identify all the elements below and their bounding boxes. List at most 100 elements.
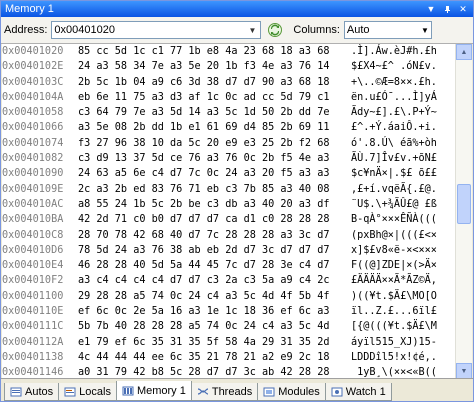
row-bytes[interactable]: 2c a3 2b ed 83 76 71 eb c3 7b 85 a3 40 0… xyxy=(78,182,351,197)
memory-row[interactable]: 0x00401090 24 63 a5 6e c4 d7 7c 0c 24 a3 … xyxy=(2,166,456,181)
row-ascii[interactable]: [{@(((¥t.$Ä£\M xyxy=(351,319,437,334)
row-address: 0x004010E4 xyxy=(2,260,64,272)
memory-row[interactable]: 0x0040109E 2c a3 2b ed 83 76 71 eb c3 7b … xyxy=(2,182,456,197)
memory-row[interactable]: 0x0040104A eb 6e 11 75 a3 d3 af 1c 0c ad … xyxy=(2,90,456,105)
row-bytes[interactable]: ef 6c 0c 2e 5a 16 a3 1e 1c 18 36 ef 6c a… xyxy=(78,304,351,319)
memory-row[interactable]: 0x0040103C 2b 5c 1b 04 a9 c6 3d 38 d7 d7 … xyxy=(2,75,456,90)
memory-window: Memory 1 ▼ ✕ Address: ▼ Columns: Auto ▼ xyxy=(0,0,474,402)
locals-icon xyxy=(64,386,76,398)
memory-row[interactable]: 0x004010C8 28 70 78 42 68 40 d7 7c 28 28 … xyxy=(2,228,456,243)
row-bytes[interactable]: e1 79 ef 6c 35 31 35 5f 58 4a 29 31 35 2… xyxy=(78,335,351,350)
memory-row[interactable]: 0x00401058 c3 64 79 7e a3 5d 14 a3 5c 1d … xyxy=(2,105,456,120)
row-ascii[interactable]: ¨U$.\+¾ÃÛ£@ £ß xyxy=(351,197,437,212)
row-ascii[interactable]: ,£+í.vqëÃ{.£@. xyxy=(351,182,437,197)
memory-row[interactable]: 0x004010BA 42 2d 71 c0 b0 d7 d7 d7 ca d1 … xyxy=(2,212,456,227)
row-bytes[interactable]: a3 c4 c4 c4 c4 d7 d7 c3 2a c3 5a a9 c4 2… xyxy=(78,273,351,288)
columns-combobox[interactable]: Auto ▼ xyxy=(343,21,432,39)
memory-row[interactable]: 0x00401074 f3 27 96 38 10 da 5c 20 e9 e3 … xyxy=(2,136,456,151)
address-dropdown-icon[interactable]: ▼ xyxy=(245,22,261,38)
tab-locals[interactable]: Locals xyxy=(58,383,117,401)
memory-row[interactable]: 0x0040102E 24 a3 58 34 7e a3 5e 20 1b f3 … xyxy=(2,59,456,74)
row-bytes[interactable]: c3 64 79 7e a3 5d 14 a3 5c 1d 50 2b dd 7… xyxy=(78,105,351,120)
row-address: 0x004010BA xyxy=(2,214,64,226)
row-bytes[interactable]: 85 cc 5d 1c c1 77 1b e8 4a 23 68 18 a3 6… xyxy=(78,44,351,59)
vertical-scrollbar[interactable]: ▲ ▼ xyxy=(455,44,472,379)
row-ascii[interactable]: F((@]ZDE|×(>Ä× xyxy=(351,258,437,273)
row-bytes[interactable]: 42 2d 71 c0 b0 d7 d7 d7 ca d1 c0 28 28 2… xyxy=(78,212,351,227)
row-ascii[interactable]: LDDDîl5!x!¢é,. xyxy=(351,350,437,365)
row-bytes[interactable]: 24 63 a5 6e c4 d7 7c 0c 24 a3 20 f5 a3 a… xyxy=(78,166,351,181)
row-ascii[interactable]: $c¥nÄ×|.$£ õ££ xyxy=(351,166,437,181)
memory-row[interactable]: 0x00401020 85 cc 5d 1c c1 77 1b e8 4a 23 … xyxy=(2,44,456,59)
row-ascii[interactable]: B-qÀ°×××ÊÑÀ((( xyxy=(351,212,437,227)
row-bytes[interactable]: 4c 44 44 44 ee 6c 35 21 78 21 a2 e9 2c 1… xyxy=(78,350,351,365)
columns-dropdown-icon[interactable]: ▼ xyxy=(421,26,429,35)
memory-row[interactable]: 0x00401100 29 28 28 a5 74 0c 24 c4 a3 5c … xyxy=(2,289,456,304)
row-ascii[interactable]: £ÄÄÄÄ××Ã*ÃZ©Ä, xyxy=(351,273,437,288)
row-ascii[interactable]: Ãdy~£].£\.P+Ý~ xyxy=(351,105,437,120)
row-bytes[interactable]: 2b 5c 1b 04 a9 c6 3d 38 d7 d7 90 a3 68 1… xyxy=(78,75,351,90)
row-bytes[interactable]: eb 6e 11 75 a3 d3 af 1c 0c ad cc 5d 79 c… xyxy=(78,90,351,105)
row-ascii[interactable]: )((¥t.$Ä£\MO[O xyxy=(351,289,437,304)
row-address: 0x0040110E xyxy=(2,306,64,318)
memory-row[interactable]: 0x004010AC a8 55 24 1b 5c 2b be c3 db a3 … xyxy=(2,197,456,212)
memory-row[interactable]: 0x0040110E ef 6c 0c 2e 5a 16 a3 1e 1c 18 … xyxy=(2,304,456,319)
memory-row[interactable]: 0x004010E4 46 28 28 40 5d 5a 44 45 7c d7 … xyxy=(2,258,456,273)
row-ascii[interactable]: ïl..Z.£...6ïl£ xyxy=(351,304,437,319)
row-ascii[interactable]: $£X4~£^ .óN£v. xyxy=(351,59,437,74)
row-ascii[interactable]: +\..©Æ=8××.£h. xyxy=(351,75,437,90)
row-address: 0x00401066 xyxy=(2,122,64,134)
auto-hide-pin-icon[interactable] xyxy=(441,3,453,15)
row-bytes[interactable]: 29 28 28 a5 74 0c 24 c4 a3 5c 4d 4f 5b 4… xyxy=(78,289,351,304)
scroll-thumb[interactable] xyxy=(457,184,471,224)
row-bytes[interactable]: a0 31 79 42 b8 5c 28 d7 d7 3c ab 42 28 2… xyxy=(78,365,351,379)
memory-row[interactable]: 0x0040112A e1 79 ef 6c 35 31 35 5f 58 4a … xyxy=(2,335,456,350)
row-ascii[interactable]: ÃÙ.7]Îv£v.+õN£ xyxy=(351,151,437,166)
row-address: 0x00401138 xyxy=(2,351,64,363)
row-bytes[interactable]: 46 28 28 40 5d 5a 44 45 7c d7 28 3e c4 d… xyxy=(78,258,351,273)
row-address: 0x00401074 xyxy=(2,137,64,149)
scroll-up-icon[interactable]: ▲ xyxy=(456,44,472,60)
memory-row[interactable]: 0x0040111C 5b 7b 40 28 28 28 a5 74 0c 24 … xyxy=(2,319,456,334)
row-ascii[interactable]: ó'.8.Ú\ éã%+òh xyxy=(351,136,437,151)
window-position-dropdown-icon[interactable]: ▼ xyxy=(425,3,437,15)
tab-threads[interactable]: Threads xyxy=(190,383,259,401)
row-ascii[interactable]: £^.+Ý.áaiÔ.+i. xyxy=(351,120,437,135)
memory-row[interactable]: 0x00401082 c3 d9 13 37 5d ce 76 a3 76 0c … xyxy=(2,151,456,166)
tab-memory-1[interactable]: Memory 1 xyxy=(115,381,192,401)
row-ascii[interactable]: áyïl515_XJ)15- xyxy=(351,335,437,350)
row-address: 0x0040112A xyxy=(2,336,64,348)
tab-watch-1[interactable]: Watch 1 xyxy=(324,383,392,401)
row-ascii[interactable]: (pxBh@×|(((£<× xyxy=(351,228,437,243)
close-icon[interactable]: ✕ xyxy=(457,3,469,15)
row-address: 0x0040104A xyxy=(2,91,64,103)
row-bytes[interactable]: 28 70 78 42 68 40 d7 7c 28 28 28 a3 3c d… xyxy=(78,228,351,243)
memory-row[interactable]: 0x00401138 4c 44 44 44 ee 6c 35 21 78 21 … xyxy=(2,350,456,365)
row-ascii[interactable]: ën.u£Ó¯...Ì]yÁ xyxy=(351,90,437,105)
tab-modules[interactable]: Modules xyxy=(257,383,326,401)
row-bytes[interactable]: 5b 7b 40 28 28 28 a5 74 0c 24 c4 a3 5c 4… xyxy=(78,319,351,334)
memory-row[interactable]: 0x00401146 a0 31 79 42 b8 5c 28 d7 d7 3c … xyxy=(2,365,456,379)
row-bytes[interactable]: 78 5d 24 a3 76 38 ab eb 2d d7 3c d7 d7 d… xyxy=(78,243,351,258)
reevaluate-button[interactable] xyxy=(265,20,285,40)
memory-row[interactable]: 0x00401066 a3 5e 08 2b dd 1b e1 61 69 d4 … xyxy=(2,120,456,135)
memory-view[interactable]: 0x00401020 85 cc 5d 1c c1 77 1b e8 4a 23 … xyxy=(2,44,472,379)
memory-row[interactable]: 0x004010F2 a3 c4 c4 c4 c4 d7 d7 c3 2a c3 … xyxy=(2,273,456,288)
row-bytes[interactable]: 24 a3 58 34 7e a3 5e 20 1b f3 4e a3 76 1… xyxy=(78,59,351,74)
row-address: 0x004010F2 xyxy=(2,275,64,287)
memory-toolbar: Address: ▼ Columns: Auto ▼ xyxy=(1,17,473,44)
memory-row[interactable]: 0x004010D6 78 5d 24 a3 76 38 ab eb 2d d7 … xyxy=(2,243,456,258)
row-bytes[interactable]: f3 27 96 38 10 da 5c 20 e9 e3 25 2b f2 6… xyxy=(78,136,351,151)
tab-autos[interactable]: Autos xyxy=(4,383,60,401)
row-ascii[interactable]: .Ì].Áw.èJ#h.£h xyxy=(351,44,437,59)
row-bytes[interactable]: a3 5e 08 2b dd 1b e1 61 69 d4 85 2b 69 1… xyxy=(78,120,351,135)
row-ascii[interactable]: x]$£v8«ë-×<××× xyxy=(351,243,437,258)
row-address: 0x00401090 xyxy=(2,168,64,180)
address-combobox[interactable]: ▼ xyxy=(51,21,262,39)
row-address: 0x0040102E xyxy=(2,61,64,73)
address-input[interactable] xyxy=(52,24,245,36)
row-ascii[interactable]: 1yB¸\(××<«B(( xyxy=(351,365,437,379)
row-bytes[interactable]: c3 d9 13 37 5d ce 76 a3 76 0c 2b f5 4e a… xyxy=(78,151,351,166)
scroll-down-icon[interactable]: ▼ xyxy=(456,363,472,379)
row-bytes[interactable]: a8 55 24 1b 5c 2b be c3 db a3 40 20 a3 d… xyxy=(78,197,351,212)
